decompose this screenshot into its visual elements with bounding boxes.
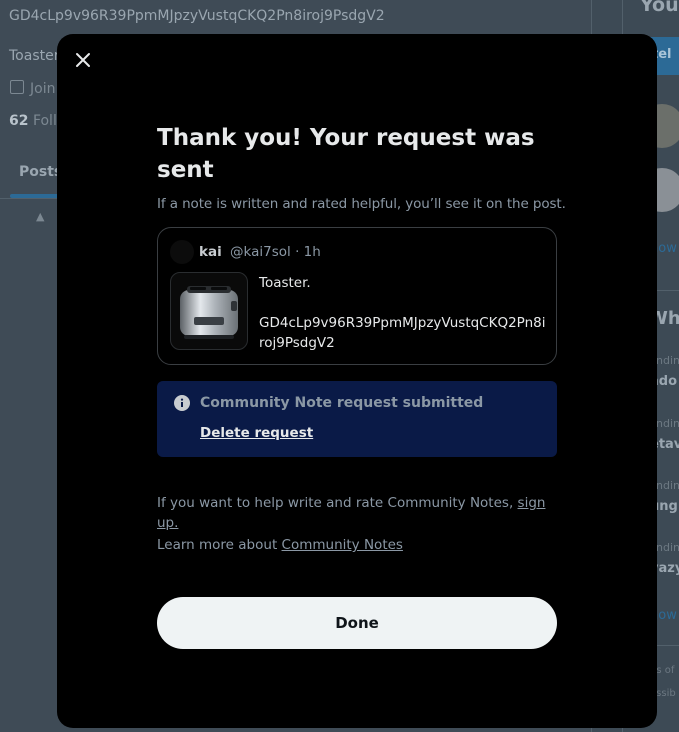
- trend-category: ndin: [656, 541, 679, 554]
- followers-count: 62: [9, 113, 29, 129]
- joined-label: Join: [30, 81, 56, 97]
- done-button[interactable]: Done: [157, 597, 557, 649]
- help-text-prefix: If you want to help write and rate Commu…: [157, 495, 518, 511]
- learn-more-text: Learn more about Community Notes: [157, 537, 557, 553]
- post-header: kai @kai7sol · 1h: [199, 244, 321, 260]
- right-panel-title: You: [640, 0, 679, 16]
- profile-handle: GD4cLp9v96R39PpmMJpzyVustqCKQ2Pn8iroj9Ps…: [9, 8, 385, 24]
- trend-category: ndin: [656, 417, 679, 430]
- post-text: Toaster. GD4cLp9v96R39PpmMJpzyVustqCKQ2P…: [259, 273, 549, 353]
- help-text: If you want to help write and rate Commu…: [157, 493, 547, 533]
- close-button[interactable]: [69, 46, 97, 74]
- post-text-line: Toaster.: [259, 275, 311, 291]
- request-submitted-notice: Community Note request submitted Delete …: [157, 381, 557, 457]
- community-notes-link[interactable]: Community Notes: [282, 537, 403, 553]
- profile-joined: Join: [10, 80, 55, 97]
- dialog-title: Thank you! Your request was sent: [157, 125, 535, 183]
- post-separator: ·: [295, 244, 300, 260]
- post-preview-card: kai @kai7sol · 1h Toaster. GD4cLp9v96R39…: [157, 227, 557, 365]
- request-sent-dialog: Thank you! Your request was sent If a no…: [57, 34, 657, 728]
- tab-posts[interactable]: Posts: [19, 164, 62, 180]
- post-time: 1h: [303, 244, 321, 260]
- learn-more-prefix: Learn more about: [157, 537, 282, 553]
- calendar-icon: [10, 80, 24, 94]
- post-author: kai: [199, 244, 222, 260]
- avatar: [170, 240, 194, 264]
- dialog-header: Thank you! Your request was sent If a no…: [157, 122, 566, 212]
- trend-category: ndin: [656, 479, 679, 492]
- profile-name: Toaster: [9, 48, 60, 64]
- dialog-subtitle: If a note is written and rated helpful, …: [157, 196, 566, 212]
- trend-category: ndin: [656, 354, 679, 367]
- close-icon: [76, 53, 90, 67]
- info-icon: [174, 395, 190, 411]
- notice-title: Community Note request submitted: [200, 395, 484, 411]
- delete-request-link[interactable]: Delete request: [200, 425, 313, 441]
- post-handle: @kai7sol: [230, 244, 291, 260]
- pin-icon: ▲: [36, 210, 45, 223]
- toaster-image: [170, 272, 248, 350]
- post-text-line: GD4cLp9v96R39PpmMJpzyVustqCKQ2Pn8iroj9Ps…: [259, 315, 546, 351]
